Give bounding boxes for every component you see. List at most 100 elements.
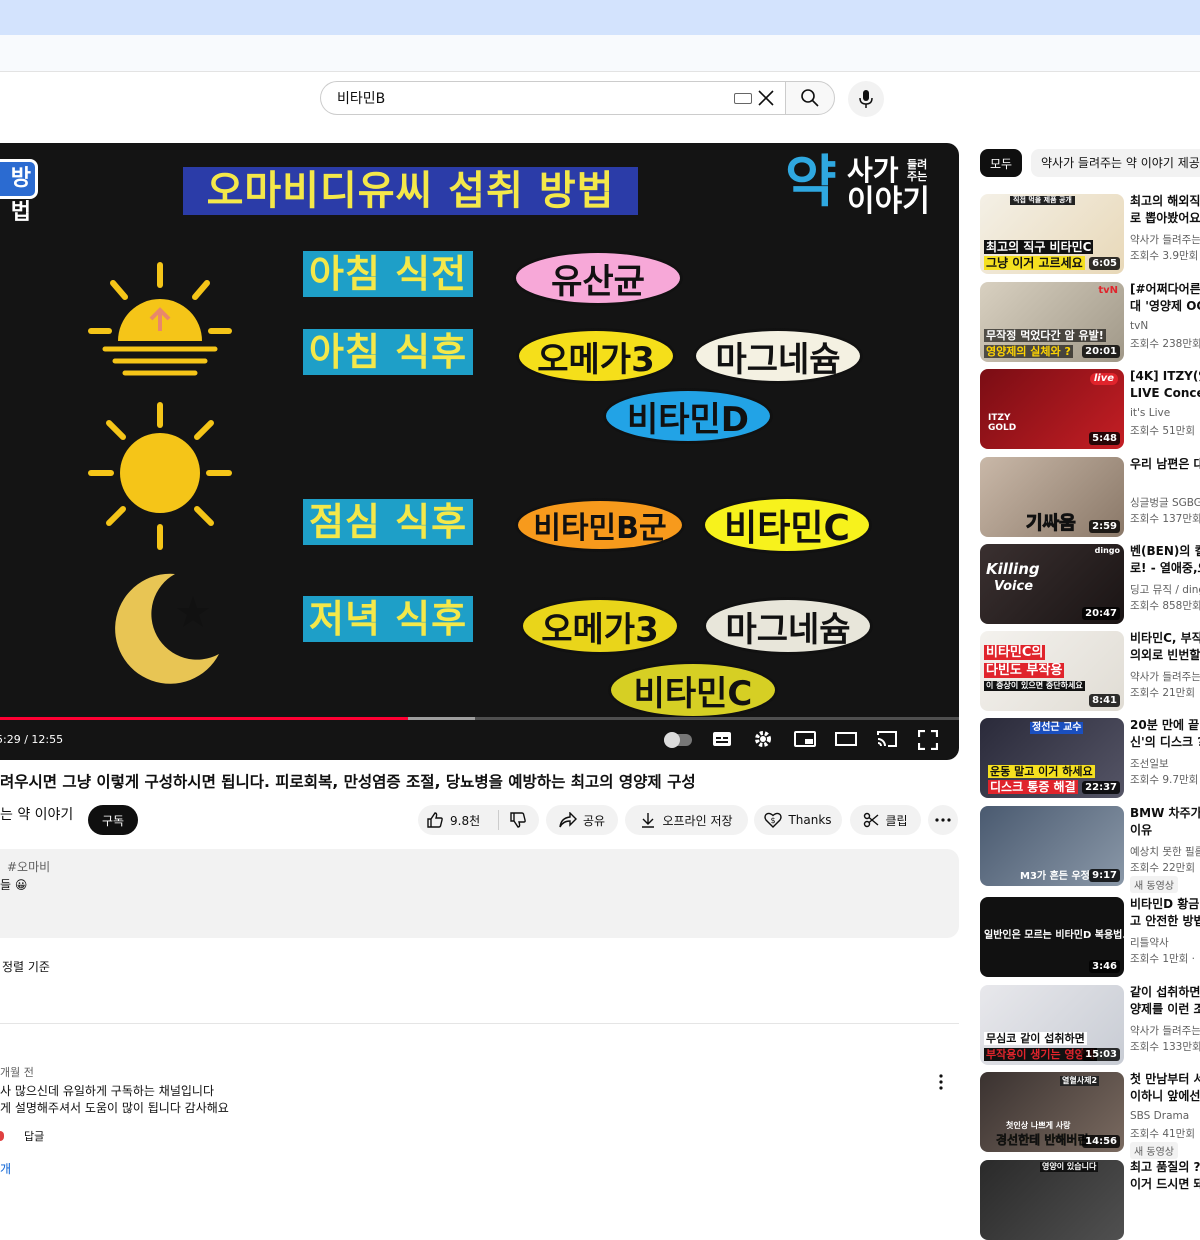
recommendation-title[interactable]: 첫 만남부터 서 이하니 앞에선 xyxy=(1130,1071,1200,1105)
comment-replies-toggle[interactable]: 개 xyxy=(0,1160,11,1177)
recommendation-title-line1: 같이 섭취하면 xyxy=(1130,985,1200,999)
recommendation-title-line1: BMW 차주가 xyxy=(1130,806,1200,820)
more-actions-button[interactable] xyxy=(928,805,958,835)
thumbnail-text-1: 운동 말고 이거 하세요 xyxy=(988,765,1095,778)
recommendation-channel[interactable]: 약사가 들려주는 xyxy=(1130,232,1200,247)
like-button[interactable]: 9.8천 xyxy=(426,811,480,829)
recommendation-channel[interactable]: 예상치 못한 필름 xyxy=(1130,844,1200,859)
recommendation-item[interactable]: tvN 무작정 먹었다간 암 유발! 영양제의 실체와 ? 20:01 [#어쩌다어른 대… xyxy=(980,282,1200,362)
thumbnail-text-2: Voice xyxy=(994,579,1034,594)
recommendation-item[interactable]: 열혈사제2 첫인상 나쁘게 사랑 경선한테 반해버린 14:56 첫 만남부터 서 이하니… xyxy=(980,1071,1200,1159)
duration-badge: 5:48 xyxy=(1089,432,1120,445)
cast-icon[interactable] xyxy=(876,730,898,748)
recommendation-channel[interactable]: SBS Drama xyxy=(1130,1110,1200,1122)
like-dislike-group: 9.8천 xyxy=(418,805,539,835)
fullscreen-icon[interactable] xyxy=(918,730,938,750)
description-hashtag[interactable]: #오마비 xyxy=(7,858,50,875)
recommendation-title-line1: [4K] ITZY(있지 xyxy=(1130,369,1200,383)
recommendation-title[interactable]: 같이 섭취하면 양제를 이런 조 xyxy=(1130,984,1200,1018)
recommendation-item[interactable]: 이 증상이 있으면 중단하세요 비타민C의 다빈도 부작용 8:41 비타민C, 부작 의… xyxy=(980,631,1200,711)
recommendation-channel[interactable]: 약사가 들려주는 xyxy=(1130,669,1200,684)
keyboard-icon[interactable] xyxy=(734,93,752,104)
settings-gear-icon[interactable] xyxy=(753,729,773,749)
meal-label-after-lunch: 점심 식후 xyxy=(303,499,474,545)
recommendation-thumbnail[interactable]: 직접 먹을 제품 공개 최고의 직구 비타민C 그냥 이거 고르세요 6:05 xyxy=(980,194,1124,274)
subtitles-icon[interactable] xyxy=(712,731,732,747)
thumbnail-text-2: 영양제의 실체와 ? xyxy=(984,345,1073,358)
recommendation-channel[interactable]: tvN xyxy=(1130,320,1200,332)
recommendation-item[interactable]: live ITZYGOLD 5:48 [4K] ITZY(있지 LIVE Concert… xyxy=(980,369,1200,449)
recommendation-title-line2: 이거 드시면 돼 xyxy=(1130,1177,1200,1191)
comments-sort-label[interactable]: 정렬 기준 xyxy=(2,958,50,975)
comment-more-icon[interactable] xyxy=(939,1074,943,1090)
recommendation-thumbnail[interactable]: 이 증상이 있으면 중단하세요 비타민C의 다빈도 부작용 8:41 xyxy=(980,631,1124,711)
recommendation-channel[interactable]: 약사가 들려주는 xyxy=(1130,1023,1200,1038)
recommendation-item[interactable]: dingo Killing Voice 20:47 벤(BEN)의 킬 로! - 열애중,… xyxy=(980,544,1200,624)
recommendation-thumbnail[interactable]: 정선근 교수 운동 말고 이거 하세요 디스크 통증 해결 22:37 xyxy=(980,718,1124,798)
recommendation-item[interactable]: 영양이 있습니다 최고 품질의 ? 이거 드시면 돼 xyxy=(980,1160,1200,1240)
meal-label-after-dinner: 저녁 식후 xyxy=(303,596,474,642)
recommendation-thumbnail[interactable]: tvN 무작정 먹었다간 암 유발! 영양제의 실체와 ? 20:01 xyxy=(980,282,1124,362)
thumbs-down-icon[interactable] xyxy=(509,811,527,829)
recommendation-views: 조회수 51만회 xyxy=(1130,425,1195,437)
recommendation-channel[interactable]: 리틀약사 xyxy=(1130,935,1200,950)
recommendation-item[interactable]: 정선근 교수 운동 말고 이거 하세요 디스크 통증 해결 22:37 20분 만에 끝… xyxy=(980,718,1200,798)
search-input[interactable] xyxy=(335,82,715,114)
recommendation-thumbnail[interactable]: dingo Killing Voice 20:47 xyxy=(980,544,1124,624)
recommendation-title[interactable]: BMW 차주가 이유 xyxy=(1130,805,1200,839)
clear-search-icon[interactable] xyxy=(756,88,776,108)
share-button[interactable]: 공유 xyxy=(546,805,618,835)
recommendation-item[interactable]: 기싸움 2:59 우리 남편은 대 싱글벙글 SGBG 조회수 137만회 xyxy=(980,457,1200,537)
logo-line1-text: 사가 xyxy=(847,154,899,187)
recommendation-views: 조회수 41만회 xyxy=(1130,1128,1195,1140)
recommendation-title[interactable]: [4K] ITZY(있지 LIVE Concert xyxy=(1130,368,1200,402)
recommendation-title[interactable]: 비타민D 황금 고 안전한 방법 xyxy=(1130,896,1200,930)
chip-channel[interactable]: 약사가 들려주는 약 이야기 제공 xyxy=(1031,149,1200,177)
recommendation-title[interactable]: 최고의 해외직 로 뽑아봤어요 xyxy=(1130,193,1200,227)
recommendation-item[interactable]: 직접 먹을 제품 공개 최고의 직구 비타민C 그냥 이거 고르세요 6:05 최고의 … xyxy=(980,194,1200,274)
miniplayer-icon[interactable] xyxy=(794,731,816,747)
recommendation-thumbnail[interactable]: live ITZY GOLD 5:48 xyxy=(980,369,1124,449)
recommendation-thumbnail[interactable]: 열혈사제2 첫인상 나쁘게 사랑 경선한테 반해버린 14:56 xyxy=(980,1072,1124,1152)
chip-all[interactable]: 모두 xyxy=(980,149,1022,177)
pill-vitamin-d: 비타민D xyxy=(603,388,773,444)
recommendation-title-line2: 의외로 빈번할 xyxy=(1130,648,1200,662)
autoplay-toggle[interactable] xyxy=(664,732,692,748)
recommendation-title[interactable]: 비타민C, 부작 의외로 빈번할 xyxy=(1130,630,1200,664)
comment-reply-button[interactable]: 답글 xyxy=(24,1128,44,1144)
description-box[interactable]: #오마비 들 😀 xyxy=(0,849,959,938)
progress-bar-track[interactable] xyxy=(0,717,959,720)
recommendation-title[interactable]: [#어쩌다어른 대 '영양제 OO xyxy=(1130,281,1200,315)
download-button[interactable]: 오프라인 저장 xyxy=(625,805,748,835)
recommendation-title-line1: 20분 만에 끝 xyxy=(1130,718,1200,732)
theater-mode-icon[interactable] xyxy=(835,732,857,746)
recommendation-channel[interactable]: 딩고 뮤직 / dingo xyxy=(1130,582,1200,597)
clip-button[interactable]: 클립 xyxy=(850,805,921,835)
video-player[interactable]: 방법 오마비디유씨 섭취 방법 약 사가 들려주는 이야기 아침 식전 아침 식… xyxy=(0,143,959,760)
thanks-button[interactable]: $ Thanks xyxy=(754,805,842,835)
recommendation-views: 조회수 9.7만회 xyxy=(1130,774,1199,786)
search-box[interactable] xyxy=(320,81,786,115)
recommendation-title[interactable]: 최고 품질의 ? 이거 드시면 돼 xyxy=(1130,1159,1200,1193)
search-button[interactable] xyxy=(785,81,835,115)
browser-address-bar[interactable] xyxy=(0,35,1200,72)
recommendation-channel[interactable]: it's Live xyxy=(1130,407,1200,419)
recommendation-thumbnail[interactable]: 일반인은 모르는 비타민D 복용법... 3:46 xyxy=(980,897,1124,977)
recommendation-title[interactable]: 우리 남편은 대 xyxy=(1130,456,1200,473)
recommendation-item[interactable]: M3가 흔든 우정 9:17 BMW 차주가 이유 예상치 못한 필름 조회수 22만회 새… xyxy=(980,805,1200,893)
recommendation-item[interactable]: 무심코 같이 섭취하면 부작용이 생기는 영양제 15:03 같이 섭취하면 양제를 이… xyxy=(980,985,1200,1065)
duration-badge: 9:17 xyxy=(1089,869,1120,882)
recommendation-thumbnail[interactable]: 기싸움 2:59 xyxy=(980,457,1124,537)
recommendation-channel[interactable]: 싱글벙글 SGBG xyxy=(1130,495,1200,510)
subscribe-button[interactable]: 구독 xyxy=(88,805,138,835)
thumbnail-top-text: 직접 먹을 제품 공개 xyxy=(1010,196,1075,205)
voice-search-button[interactable] xyxy=(848,81,884,117)
recommendation-thumbnail[interactable]: 무심코 같이 섭취하면 부작용이 생기는 영양제 15:03 xyxy=(980,985,1124,1065)
recommendation-thumbnail[interactable]: 영양이 있습니다 xyxy=(980,1160,1124,1240)
recommendation-channel[interactable]: 조선일보 xyxy=(1130,756,1200,771)
recommendation-item[interactable]: 일반인은 모르는 비타민D 복용법... 3:46 비타민D 황금 고 안전한 방법리… xyxy=(980,897,1200,977)
recommendation-thumbnail[interactable]: M3가 흔든 우정 9:17 xyxy=(980,806,1124,886)
channel-name[interactable]: 는 약 이야기 xyxy=(0,804,73,824)
recommendation-title[interactable]: 벤(BEN)의 킬로! - 열애중,오 xyxy=(1130,543,1200,577)
recommendation-title[interactable]: 20분 만에 끝 신'의 디스크 ? xyxy=(1130,717,1200,751)
